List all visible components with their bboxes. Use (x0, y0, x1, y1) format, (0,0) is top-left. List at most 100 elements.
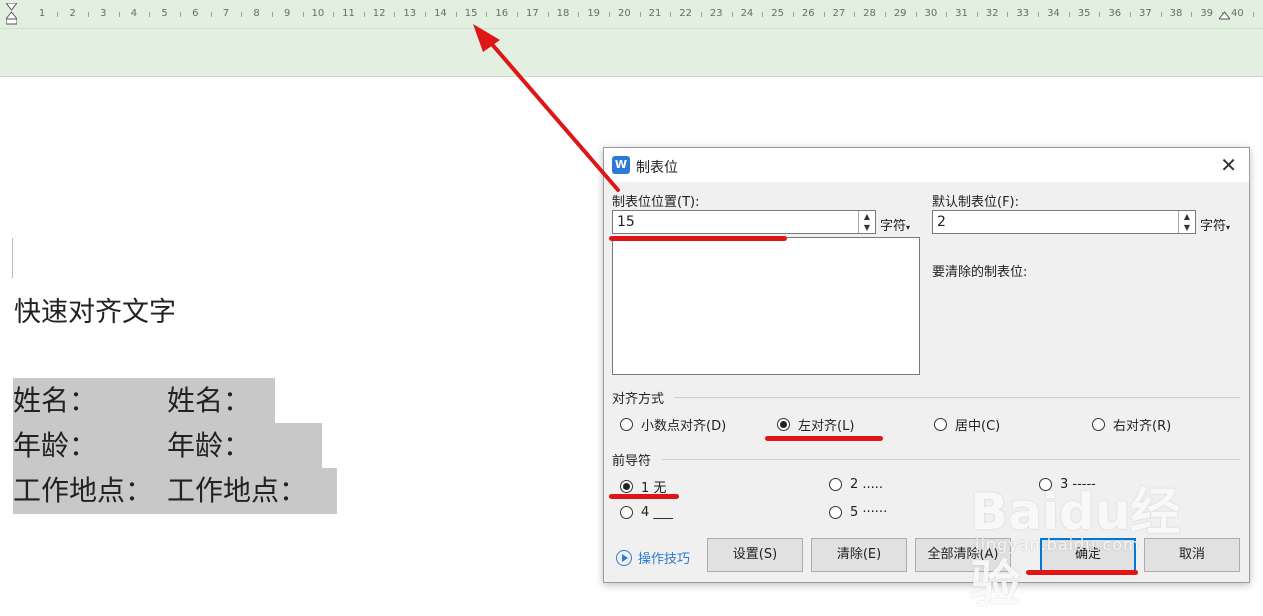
spin-up-icon[interactable]: ▲ (859, 211, 875, 222)
ruler-tick (517, 12, 519, 17)
radio-icon (1039, 478, 1052, 491)
doc-line-1[interactable]: 姓名： 姓名： (13, 378, 275, 424)
radio-label: 小数点对齐(D) (641, 419, 727, 434)
ruler-tick (87, 12, 89, 17)
first-line-indent-icon[interactable] (6, 3, 17, 25)
radio-icon (620, 506, 633, 519)
play-icon (616, 549, 632, 566)
ruler-number: 15 (464, 8, 478, 19)
ruler-tick (394, 12, 396, 17)
tab-position-unit-dropdown[interactable]: 字符▾ (880, 215, 910, 234)
clear-button[interactable]: 清除(E) (811, 538, 907, 572)
radio-label: 左对齐(L) (798, 419, 855, 434)
ruler-number: 5 (161, 8, 168, 19)
ruler-tick (946, 12, 948, 17)
ruler-number: 23 (709, 8, 723, 19)
doc-line-2[interactable]: 年龄： 年龄： (13, 423, 322, 469)
ruler-number: 13 (403, 8, 417, 19)
ruler-number: 7 (222, 8, 230, 19)
ruler-tick (547, 12, 549, 17)
ruler-tick (1191, 12, 1193, 17)
doc-heading[interactable]: 快速对齐文字 (14, 290, 176, 329)
wps-logo-icon: W (612, 156, 630, 174)
default-tab-value: 2 (937, 214, 946, 230)
spin-down-icon[interactable]: ▼ (859, 222, 875, 233)
ruler-number: 38 (1169, 8, 1183, 19)
tab-position-unit: 字符 (880, 219, 907, 234)
leader-underline-radio[interactable]: 4 ___ (620, 505, 673, 520)
doc-line-3[interactable]: 工作地点： 工作地点： (13, 468, 337, 514)
ruler-number: 21 (648, 8, 662, 19)
ruler-tick (179, 12, 181, 17)
align-decimal-radio[interactable]: 小数点对齐(D) (620, 415, 726, 434)
ok-button[interactable]: 确定 (1040, 538, 1136, 572)
margin-marker (12, 238, 13, 278)
line-2-right: 年龄： (167, 429, 252, 462)
ruler-tick (1099, 12, 1101, 17)
tips-label: 操作技巧 (638, 552, 691, 567)
tab-position-label: 制表位位置(T): (612, 195, 700, 210)
spin-up-icon[interactable]: ▲ (1179, 211, 1195, 222)
ruler-tick (241, 12, 243, 17)
right-indent-icon[interactable] (1219, 3, 1230, 25)
tab-position-value: 15 (617, 214, 635, 230)
tips-link[interactable]: 操作技巧 (616, 548, 690, 567)
clear-all-button[interactable]: 全部清除(A) (915, 538, 1011, 572)
dialog-titlebar[interactable]: W 制表位 ✕ (604, 148, 1249, 182)
radio-label: 5 ······ (850, 505, 888, 520)
default-tab-label: 默认制表位(F): (932, 195, 1020, 210)
leader-section-title: 前导符 (612, 454, 652, 469)
align-right-radio[interactable]: 右对齐(R) (1092, 415, 1171, 434)
tab-position-input[interactable]: 15 ▲ ▼ (612, 210, 876, 234)
spin-down-icon[interactable]: ▼ (1179, 222, 1195, 233)
ruler-number: 28 (863, 8, 876, 19)
ruler-number: 31 (955, 8, 968, 19)
ruler-tick (731, 12, 733, 17)
horizontal-ruler[interactable]: 1 2 3 4 5 6 7 8 9 10 11 12 13 14 15 16 17 18 19 20 21 22 23 24 2… (0, 0, 1263, 77)
leader-middots-radio[interactable]: 5 ······ (829, 505, 887, 520)
radio-label: 4 ___ (641, 505, 673, 520)
radio-icon (934, 418, 947, 431)
ruler-number: 34 (1047, 8, 1060, 19)
ruler-tick (57, 12, 59, 17)
divider (674, 397, 1240, 398)
alignment-section-title: 对齐方式 (612, 392, 665, 407)
ruler-number: 36 (1108, 8, 1122, 19)
close-icon[interactable]: ✕ (1220, 153, 1237, 177)
radio-label: 2 ..... (850, 477, 884, 492)
line-3-left: 工作地点： (13, 474, 154, 507)
tab-stops-list[interactable] (612, 237, 920, 375)
line-1-right: 姓名： (167, 384, 252, 417)
default-tab-spinner[interactable]: ▲ ▼ (1178, 211, 1195, 233)
ruler-tick (425, 12, 427, 17)
default-tab-input[interactable]: 2 ▲ ▼ (932, 210, 1196, 234)
ruler-number: 18 (556, 8, 570, 19)
align-left-radio[interactable]: 左对齐(L) (777, 415, 854, 434)
ruler-tick (1007, 12, 1009, 17)
ruler-tick (118, 12, 120, 17)
radio-icon (829, 478, 842, 491)
ruler-tick (609, 12, 611, 17)
line-3-right: 工作地点： (167, 474, 308, 507)
radio-checked-icon (777, 418, 790, 431)
ruler-number: 4 (130, 8, 138, 19)
tab-position-spinner[interactable]: ▲ ▼ (858, 211, 875, 233)
set-button[interactable]: 设置(S) (707, 538, 803, 572)
cancel-button[interactable]: 取消 (1144, 538, 1240, 572)
ruler-number: 16 (495, 8, 509, 19)
tab-stops-dialog: W 制表位 ✕ 制表位位置(T): 15 ▲ ▼ 字符▾ 默认制表位(F): 2 … (603, 147, 1250, 583)
radio-label: 3 ----- (1060, 477, 1096, 492)
ruler-number: 10 (311, 8, 325, 19)
ruler-tick (1130, 12, 1132, 17)
default-tab-unit-dropdown[interactable]: 字符▾ (1200, 215, 1230, 234)
leader-dashes-radio[interactable]: 3 ----- (1039, 477, 1096, 492)
align-center-radio[interactable]: 居中(C) (934, 415, 1000, 434)
ruler-scale[interactable]: 1 2 3 4 5 6 7 8 9 10 11 12 13 14 15 16 17 18 19 20 21 22 23 24 2… (0, 0, 1263, 29)
ruler-tick (1068, 12, 1070, 17)
ruler-number: 1 (38, 8, 46, 19)
leader-dots-radio[interactable]: 2 ..... (829, 477, 883, 492)
ruler-tick (149, 12, 151, 17)
annotation-underline (609, 236, 787, 241)
annotation-underline (609, 494, 679, 499)
caret-down-icon: ▾ (1226, 223, 1231, 232)
